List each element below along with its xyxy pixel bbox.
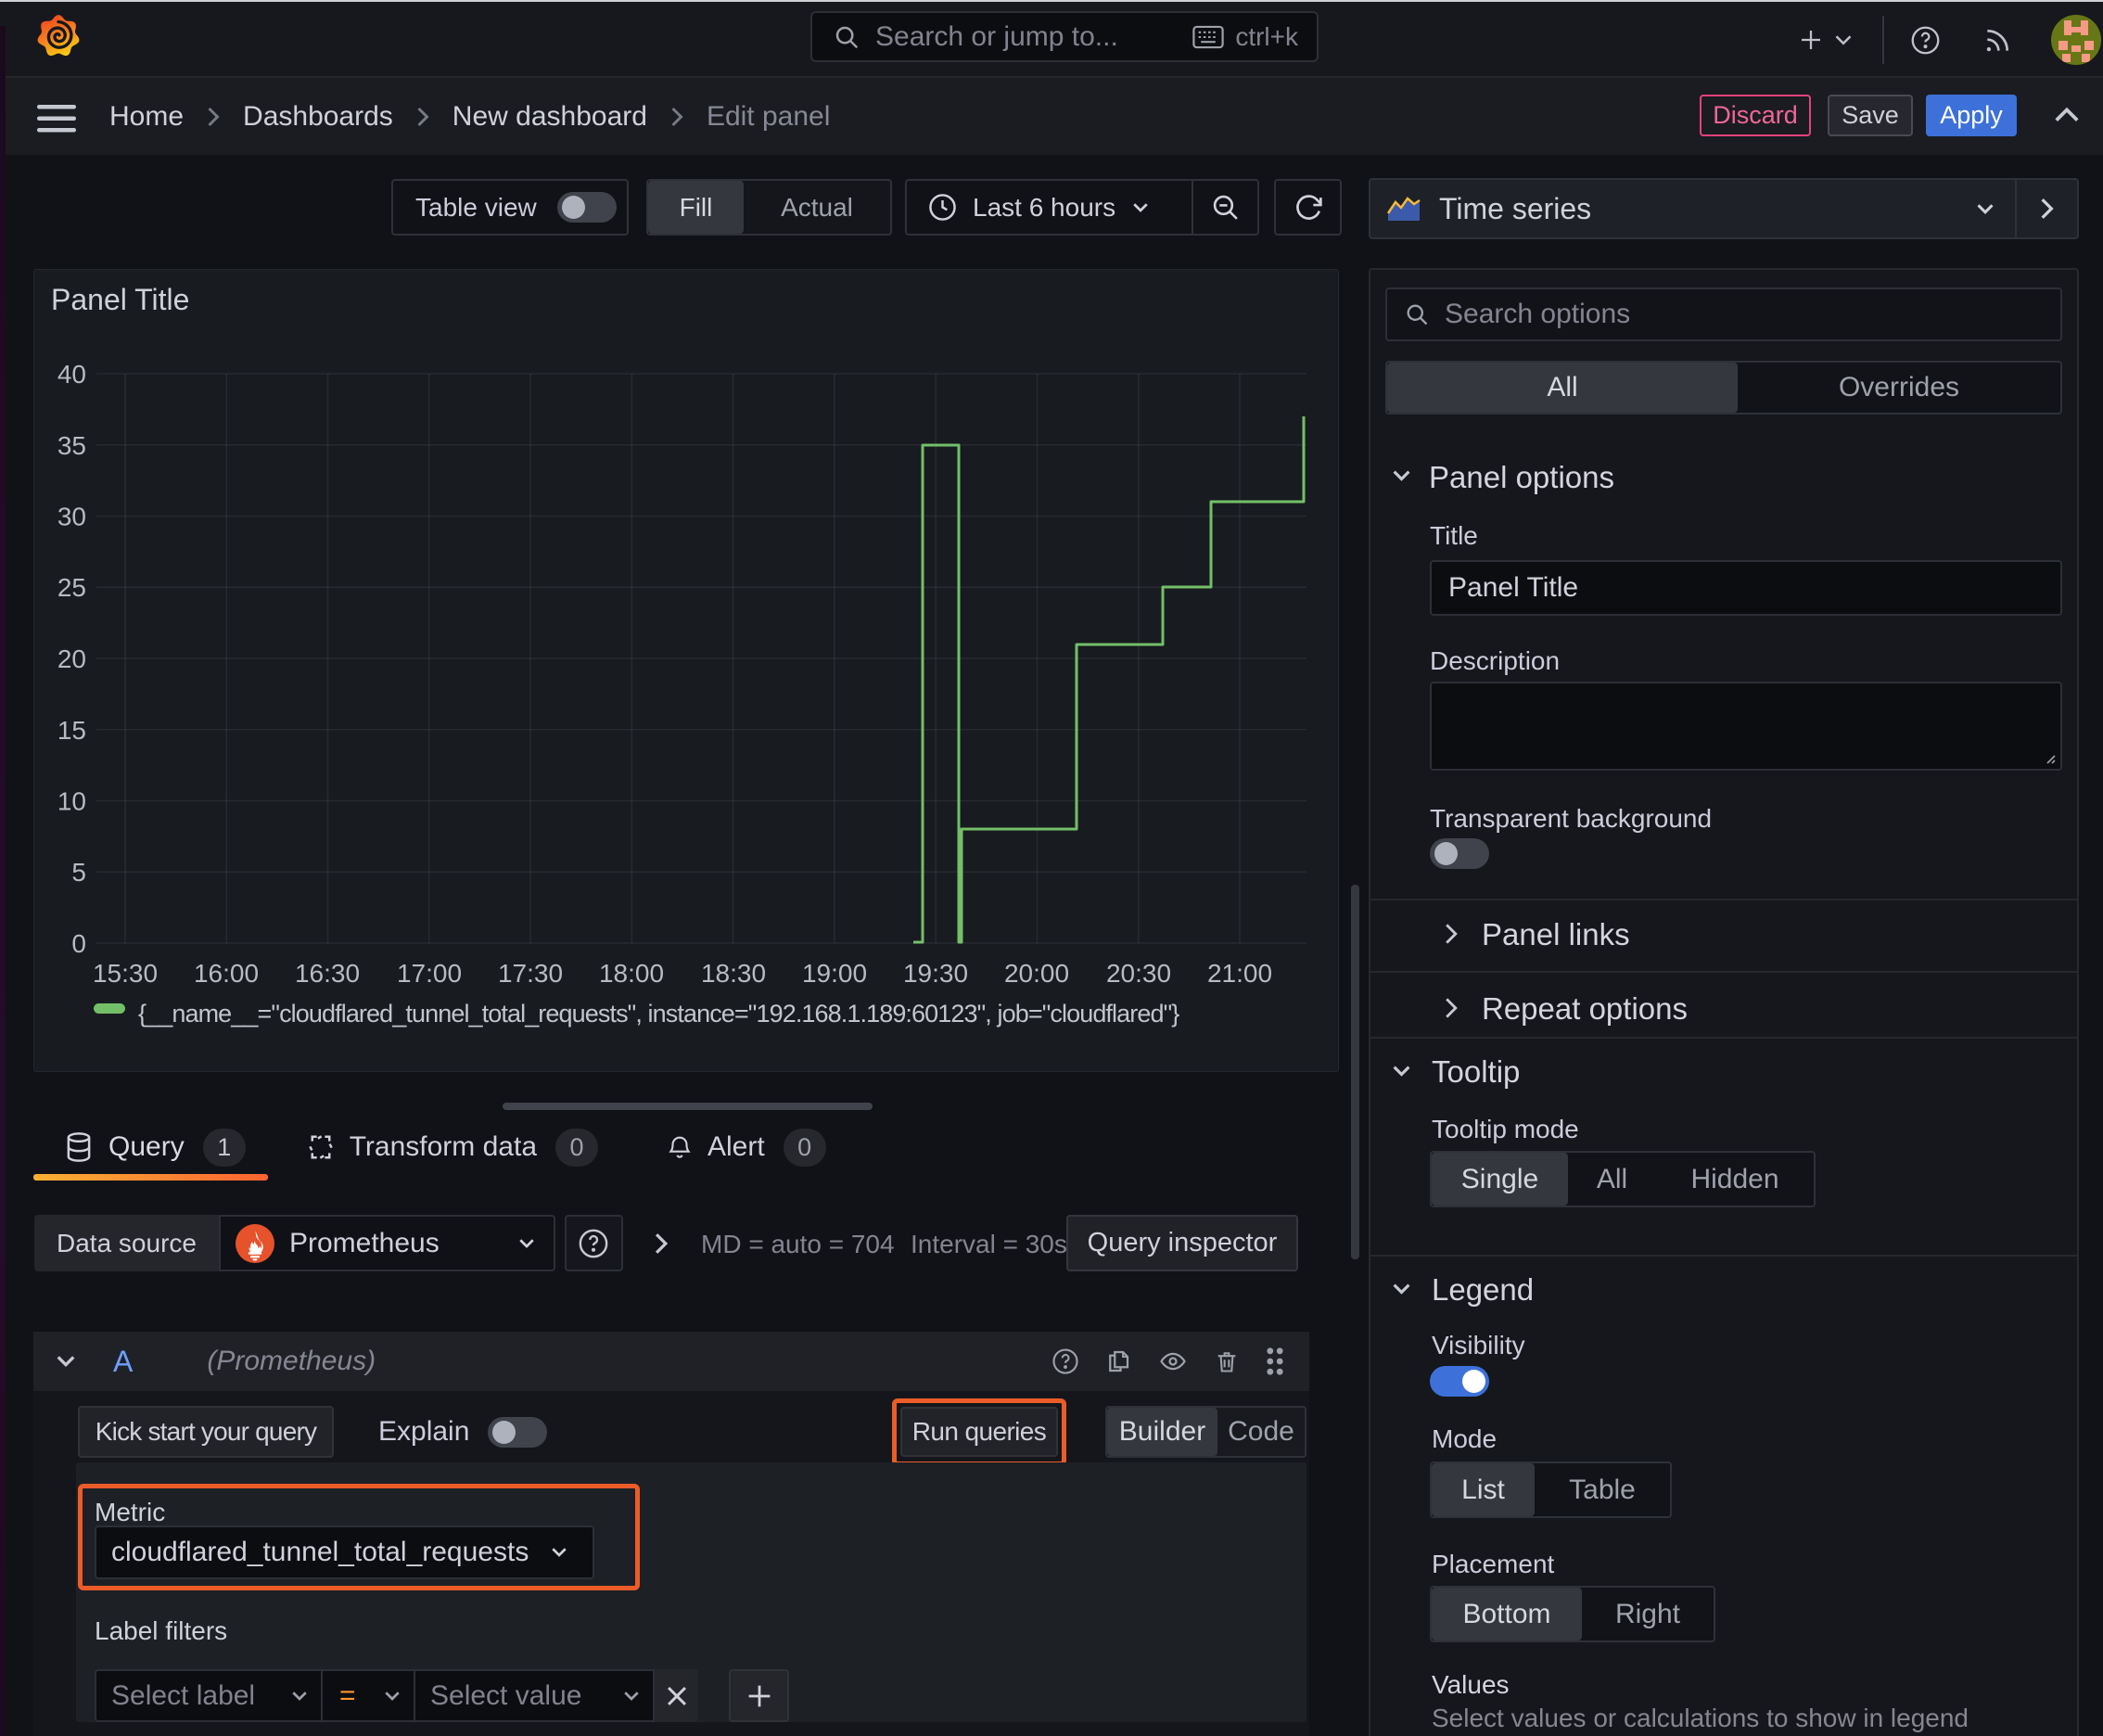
svg-text:0: 0: [71, 929, 86, 958]
svg-text:16:00: 16:00: [194, 959, 259, 988]
svg-text:17:30: 17:30: [498, 959, 563, 988]
svg-text:15: 15: [57, 716, 86, 745]
svg-text:40: 40: [57, 360, 86, 389]
svg-text:20: 20: [57, 645, 86, 673]
svg-text:18:00: 18:00: [599, 959, 664, 988]
svg-text:15:30: 15:30: [93, 959, 158, 988]
svg-text:20:30: 20:30: [1106, 959, 1171, 988]
svg-text:19:30: 19:30: [903, 959, 968, 988]
svg-text:16:30: 16:30: [295, 959, 360, 988]
svg-text:{__name__="cloudflared_tunnel_: {__name__="cloudflared_tunnel_total_requ…: [138, 1000, 1179, 1028]
svg-text:17:00: 17:00: [397, 959, 462, 988]
svg-text:25: 25: [57, 573, 86, 602]
svg-text:10: 10: [57, 787, 86, 816]
svg-text:5: 5: [71, 858, 86, 887]
svg-text:20:00: 20:00: [1004, 959, 1069, 988]
svg-text:21:00: 21:00: [1207, 959, 1272, 988]
svg-text:30: 30: [57, 503, 86, 531]
svg-text:18:30: 18:30: [701, 959, 766, 988]
svg-text:19:00: 19:00: [802, 959, 867, 988]
svg-text:35: 35: [57, 431, 86, 460]
